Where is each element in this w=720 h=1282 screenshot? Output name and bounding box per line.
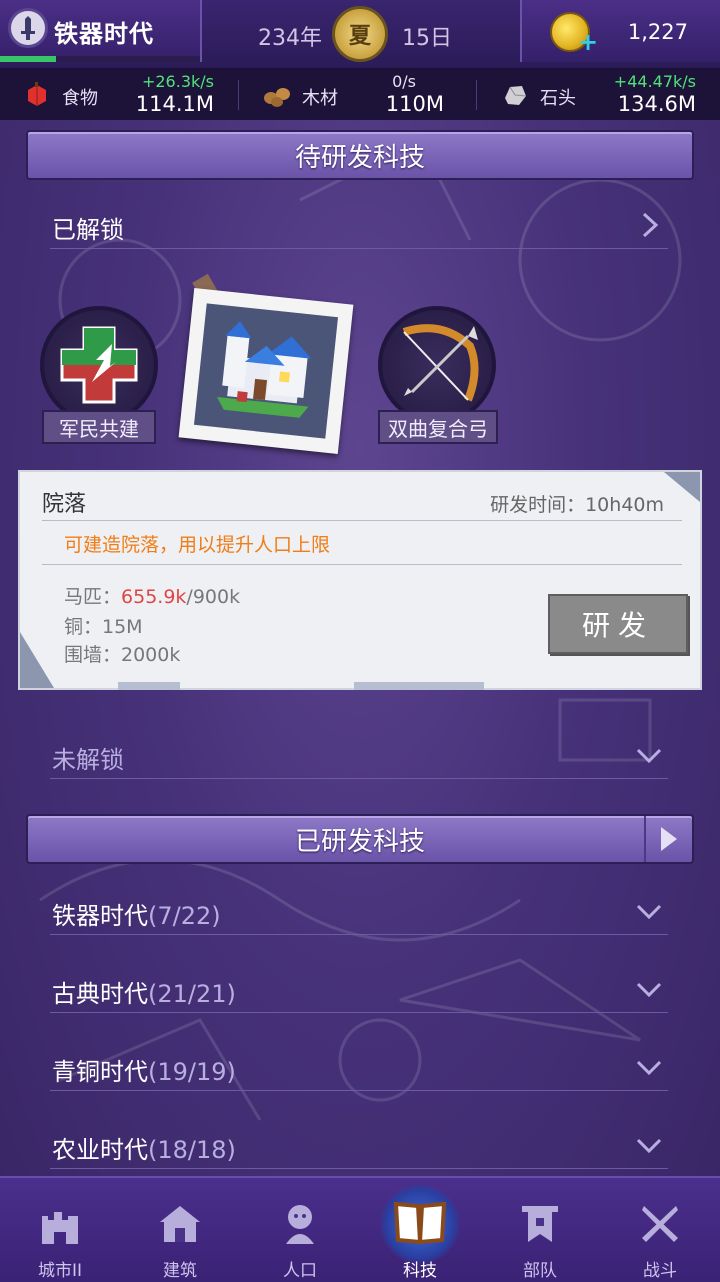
book-icon — [393, 1201, 447, 1245]
tech-card-courtyard-selected[interactable] — [178, 288, 354, 454]
recurve-bow-icon — [402, 324, 479, 402]
era-row-bronze[interactable]: 青铜时代(19/19) — [50, 1046, 668, 1091]
chevron-down-icon — [636, 982, 662, 998]
nav-population[interactable]: 人口 — [240, 1178, 360, 1282]
resource-food: 食物 +26.3k/s 114.1M — [24, 70, 214, 120]
cost-horse: 马匹：655.9k/900k — [64, 586, 241, 608]
chevron-down-icon — [636, 904, 662, 920]
nav-troops[interactable]: 部队 — [480, 1178, 600, 1282]
house-icon — [160, 1206, 200, 1242]
currency-count: 1,227 — [627, 20, 688, 44]
wood-icon — [264, 88, 290, 107]
top-bar: 铁器时代 234年 夏 15日 + 1,227 — [0, 0, 720, 70]
nav-battle[interactable]: 战斗 — [600, 1178, 720, 1282]
corner-decoration — [664, 472, 700, 502]
nav-buildings[interactable]: 建筑 — [120, 1178, 240, 1282]
resource-stone: 石头 +44.47k/s 134.6M — [502, 70, 696, 120]
day-label: 15日 — [402, 26, 452, 51]
tech-title: 院落 — [42, 492, 87, 517]
tech-detail-panel: 院落 研发时间：10h40m 可建造院落，用以提升人口上限 马匹：655.9k/… — [18, 470, 702, 690]
research-time: 研发时间：10h40m — [490, 494, 664, 516]
resource-wood: 木材 0/s 110M — [260, 70, 444, 120]
tech-card-recurve-bow[interactable] — [378, 306, 496, 424]
castle-icon — [42, 1212, 78, 1244]
cost-wall: 围墙：2000k — [64, 644, 181, 666]
tech-card-civil-military[interactable] — [40, 306, 158, 424]
medical-cross-icon — [60, 326, 138, 404]
chevron-down-icon — [636, 1138, 662, 1154]
add-currency-icon[interactable]: + — [578, 30, 598, 54]
year-label: 234年 — [258, 26, 322, 51]
chevron-down-icon — [636, 748, 662, 764]
banner-icon — [522, 1206, 558, 1242]
era-name: 铁器时代 — [54, 20, 154, 48]
chevron-down-icon — [636, 1060, 662, 1076]
sword-icon — [8, 8, 48, 48]
locked-row[interactable]: 未解锁 — [50, 734, 668, 779]
nav-city[interactable]: 城市II — [0, 1178, 120, 1282]
person-icon — [286, 1205, 314, 1244]
play-arrow-icon[interactable] — [644, 816, 692, 862]
era-progress-bar — [0, 56, 200, 62]
resource-bar: 食物 +26.3k/s 114.1M 木材 0/s 110M 石头 +44.47… — [0, 70, 720, 120]
chevron-right-icon — [642, 212, 659, 238]
unlocked-row[interactable]: 已解锁 — [50, 204, 668, 249]
nav-technology[interactable]: 科技 — [360, 1178, 480, 1282]
food-icon — [28, 82, 46, 106]
era-row-iron[interactable]: 铁器时代(7/22) — [50, 890, 668, 935]
courtyard-castle-icon — [217, 321, 312, 418]
researched-tech-header[interactable]: 已研发科技 — [26, 814, 694, 864]
crossed-swords-icon — [642, 1206, 678, 1242]
tech-label-recurve-bow: 双曲复合弓 — [378, 410, 498, 444]
era-row-classical[interactable]: 古典时代(21/21) — [50, 968, 668, 1013]
era-row-agriculture[interactable]: 农业时代(18/18) — [50, 1124, 668, 1169]
currency-panel[interactable]: + 1,227 — [520, 0, 720, 62]
pending-tech-header[interactable]: 待研发科技 — [26, 130, 694, 180]
tech-label-civil-military: 军民共建 — [42, 410, 156, 444]
era-panel[interactable]: 铁器时代 — [0, 0, 202, 62]
stone-icon — [505, 86, 527, 105]
season-badge: 夏 — [332, 6, 388, 62]
bottom-nav: 城市II 建筑 人口 科技 部队 战斗 — [0, 1176, 720, 1282]
corner-decoration — [20, 632, 54, 688]
research-button[interactable]: 研发 — [548, 594, 688, 654]
cost-copper: 铜：15M — [64, 616, 143, 638]
tech-description: 可建造院落，用以提升人口上限 — [64, 534, 331, 556]
